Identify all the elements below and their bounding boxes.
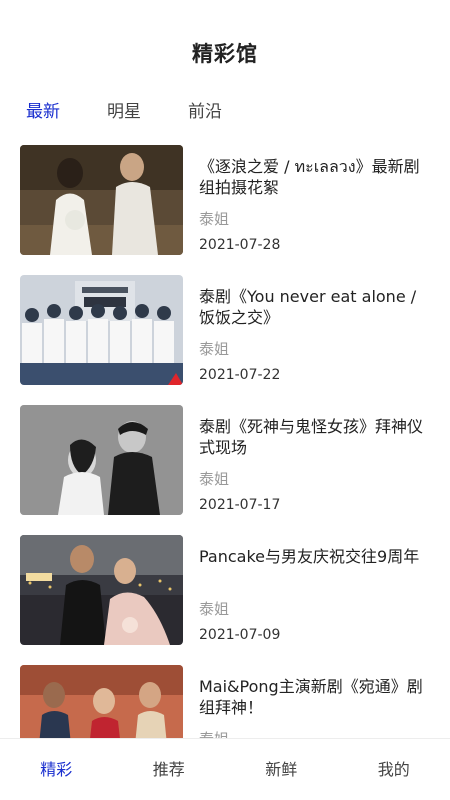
article-date: 2021-07-22 bbox=[199, 367, 281, 383]
page-title: 精彩馆 bbox=[192, 42, 258, 66]
article-author: 泰姐 bbox=[199, 600, 230, 618]
article-author: 泰姐 bbox=[199, 470, 230, 488]
article-title: 《逐浪之爱 / ทะเลลวง》最新剧组拍摄花絮 bbox=[199, 157, 420, 197]
bottom-nav: 精彩 推荐 新鲜 我的 bbox=[0, 738, 450, 800]
article-card[interactable]: 泰剧《You never eat alone / 饭饭之交》 泰姐 2021-0… bbox=[20, 275, 435, 385]
article-card[interactable]: 泰剧《死神与鬼怪女孩》拜神仪式现场 泰姐 2021-07-17 bbox=[20, 405, 435, 515]
article-title: Mai&Pong主演新剧《宛通》剧组拜神！ bbox=[199, 677, 423, 717]
article-author: 泰姐 bbox=[199, 210, 230, 228]
category-tabs: 最新 明星 前沿 bbox=[26, 100, 269, 126]
article-title: 泰剧《死神与鬼怪女孩》拜神仪式现场 bbox=[199, 417, 424, 457]
article-title: Pancake与男友庆祝交往9周年 bbox=[199, 547, 420, 566]
article-card[interactable]: 《逐浪之爱 / ทะเลลวง》最新剧组拍摄花絮 泰姐 2021-07-28 bbox=[20, 145, 435, 255]
nav-fresh[interactable]: 新鲜 bbox=[225, 739, 338, 800]
article-date: 2021-07-28 bbox=[199, 237, 281, 253]
article-card[interactable]: Mai&Pong主演新剧《宛通》剧组拜神！ 泰姐 bbox=[20, 665, 435, 738]
tab-frontier[interactable]: 前沿 bbox=[188, 100, 222, 126]
article-author: 泰姐 bbox=[199, 340, 230, 358]
header: 精彩馆 bbox=[0, 0, 450, 90]
article-thumbnail bbox=[20, 145, 183, 255]
article-date: 2021-07-09 bbox=[199, 627, 281, 643]
article-title: 泰剧《You never eat alone / 饭饭之交》 bbox=[199, 287, 417, 327]
tab-latest[interactable]: 最新 bbox=[26, 100, 60, 126]
article-thumbnail bbox=[20, 665, 183, 738]
nav-recommend[interactable]: 推荐 bbox=[113, 739, 226, 800]
article-thumbnail bbox=[20, 275, 183, 385]
nav-mine[interactable]: 我的 bbox=[338, 739, 450, 800]
article-author: 泰姐 bbox=[199, 728, 229, 738]
article-card[interactable]: Pancake与男友庆祝交往9周年 泰姐 2021-07-09 bbox=[20, 535, 435, 645]
nav-highlights[interactable]: 精彩 bbox=[0, 739, 113, 800]
article-thumbnail bbox=[20, 535, 183, 645]
tab-stars[interactable]: 明星 bbox=[107, 100, 141, 126]
article-date: 2021-07-17 bbox=[199, 497, 281, 513]
article-thumbnail bbox=[20, 405, 183, 515]
article-feed[interactable]: 《逐浪之爱 / ทะเลลวง》最新剧组拍摄花絮 泰姐 2021-07-28 泰… bbox=[0, 145, 450, 738]
